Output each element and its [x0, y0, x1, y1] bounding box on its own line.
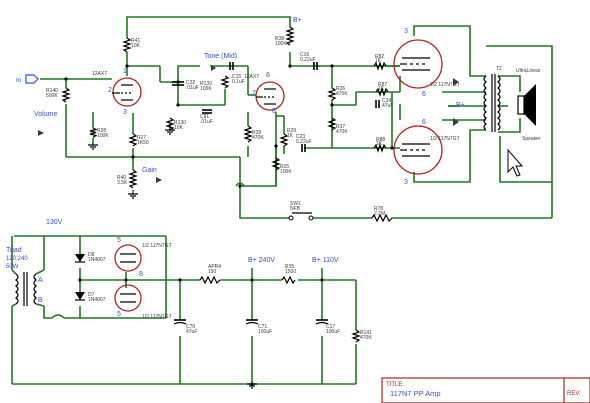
schematic-text: 6	[422, 91, 426, 98]
schematic-text: 5	[117, 237, 121, 244]
transformer-name: Triad	[6, 247, 22, 254]
schematic-text: 470K	[336, 129, 348, 135]
schematic-text: 3.5K	[117, 180, 128, 186]
speaker-label: Speaker	[522, 136, 541, 142]
schematic-text: NFB	[290, 206, 301, 212]
schematic-text: 100uF	[326, 329, 340, 335]
schematic-text: 470K	[252, 135, 264, 141]
schematic-text: 1N4007	[88, 257, 106, 263]
schematic-text: 5	[117, 311, 121, 318]
input-label: In	[16, 78, 21, 84]
preamp-tube-v1: 12AX7	[92, 71, 142, 107]
schematic-text: 100K	[97, 133, 109, 139]
schematic-text: 0.1uF	[232, 79, 245, 85]
v1-label: 12AX7	[92, 71, 107, 77]
rectifier-tube-top: 1/2 117N7GT	[114, 243, 172, 272]
schematic-text: 10K	[131, 43, 141, 49]
rectifier-tube-bottom: 1/2 117N7GT	[114, 284, 172, 320]
ac-130-label: 130V	[46, 219, 63, 226]
transformer-spec1: 120:240	[6, 256, 28, 262]
power-tube-top: 1/2 117N7GT	[393, 39, 460, 89]
schematic-text: .01uF	[186, 85, 199, 91]
volume-label: Volume	[34, 111, 57, 118]
title-block-title: 117N7 PP Amp	[390, 389, 441, 398]
v2-label: 12AX7	[244, 74, 259, 80]
part-labels: R140500K R4110K R28100K R271K50 R403.5K …	[46, 36, 393, 341]
ot-name: UltraLinear	[516, 68, 541, 74]
schematic-text: 10K	[174, 125, 184, 131]
transformer-spec2: 50W	[6, 264, 19, 270]
schematic-text: 8	[139, 271, 143, 278]
b-plus-top-label: B+	[293, 17, 302, 24]
schematic-text: 3	[404, 28, 408, 35]
schematic-text: 1N4007	[88, 297, 106, 303]
input-jack[interactable]: In	[16, 74, 39, 84]
diode-d8	[75, 254, 85, 263]
schematic-text: 500K	[46, 93, 58, 99]
b-plus-110-label: B+ 110V	[312, 257, 339, 264]
schematic-text: 6	[422, 119, 426, 126]
junction-nodes	[64, 64, 394, 386]
tone-label: Tone (Mid)	[204, 53, 237, 60]
schematic-text: 1K	[378, 86, 385, 92]
schematic-text: 100K	[275, 41, 287, 47]
mouse-cursor-icon	[507, 148, 524, 177]
schematic-text: 470K	[336, 91, 348, 97]
tap-b-label: B	[38, 297, 43, 304]
schematic-text: 1	[123, 68, 127, 75]
ot-ref: T2	[496, 66, 502, 72]
schematic-text: 2	[108, 87, 112, 94]
schematic-text: 6	[266, 72, 270, 79]
schematic-text: .01uF	[200, 119, 213, 125]
schematic-text: 1K	[376, 141, 383, 147]
capacitors	[172, 62, 380, 325]
title-block-rev: REV:	[567, 391, 581, 397]
title-block-label: TITLE:	[386, 382, 404, 388]
schematic-canvas: In 12AX7 12AX7 1/2 117N7GT 1/2 117N7GT 1…	[6, 16, 590, 403]
power-tube-bottom: 1/2 117N7GT	[393, 125, 460, 175]
resistors	[61, 26, 393, 343]
wire-crossover	[51, 314, 65, 319]
b-plus-240-label: B+ 240V	[248, 257, 275, 264]
gain-label: Gain	[142, 167, 157, 174]
ground-symbols	[88, 124, 257, 389]
rectifier-top-label: 1/2 117N7GT	[142, 243, 172, 249]
switch-sw1[interactable]	[288, 212, 314, 221]
schematic-text: 47uF	[186, 329, 197, 335]
schematic-text: 47uF	[382, 103, 393, 109]
schematic-text: 100K	[280, 169, 292, 175]
title-block: TITLE: 117N7 PP Amp REV:	[381, 377, 590, 403]
power-tube-bottom-label: 1/2 117N7GT	[430, 136, 460, 142]
output-transformer-icon	[483, 74, 501, 132]
schematic-text: 470K	[360, 335, 372, 341]
schematic-text: 3	[404, 179, 408, 186]
rectifier-bottom-label: 1/2 117N7GT	[142, 314, 172, 320]
schematic-text: 1500	[285, 269, 296, 275]
schematic-text: 2.2M	[374, 211, 385, 217]
diode-d7	[75, 292, 85, 301]
schematic-text: 8	[272, 108, 276, 115]
schematic-text: 100uF	[258, 329, 272, 335]
schematic-text: 3	[123, 109, 127, 116]
schematic-text: 1K50	[137, 140, 149, 146]
schematic-text: 1K	[375, 58, 382, 64]
schematic-text: 0.22uF	[296, 139, 312, 145]
schematic-text: 150	[208, 269, 217, 275]
schematic-text: 7	[252, 90, 256, 97]
schematic-text: 100K	[200, 86, 212, 92]
schematic-text: 1K	[287, 133, 294, 139]
b-plus-mid-label: B+	[456, 102, 465, 109]
preamp-tube-v2: 12AX7	[244, 74, 285, 111]
schematic-text: 0.22uF	[300, 57, 316, 63]
tap-a-label: A	[38, 277, 43, 284]
